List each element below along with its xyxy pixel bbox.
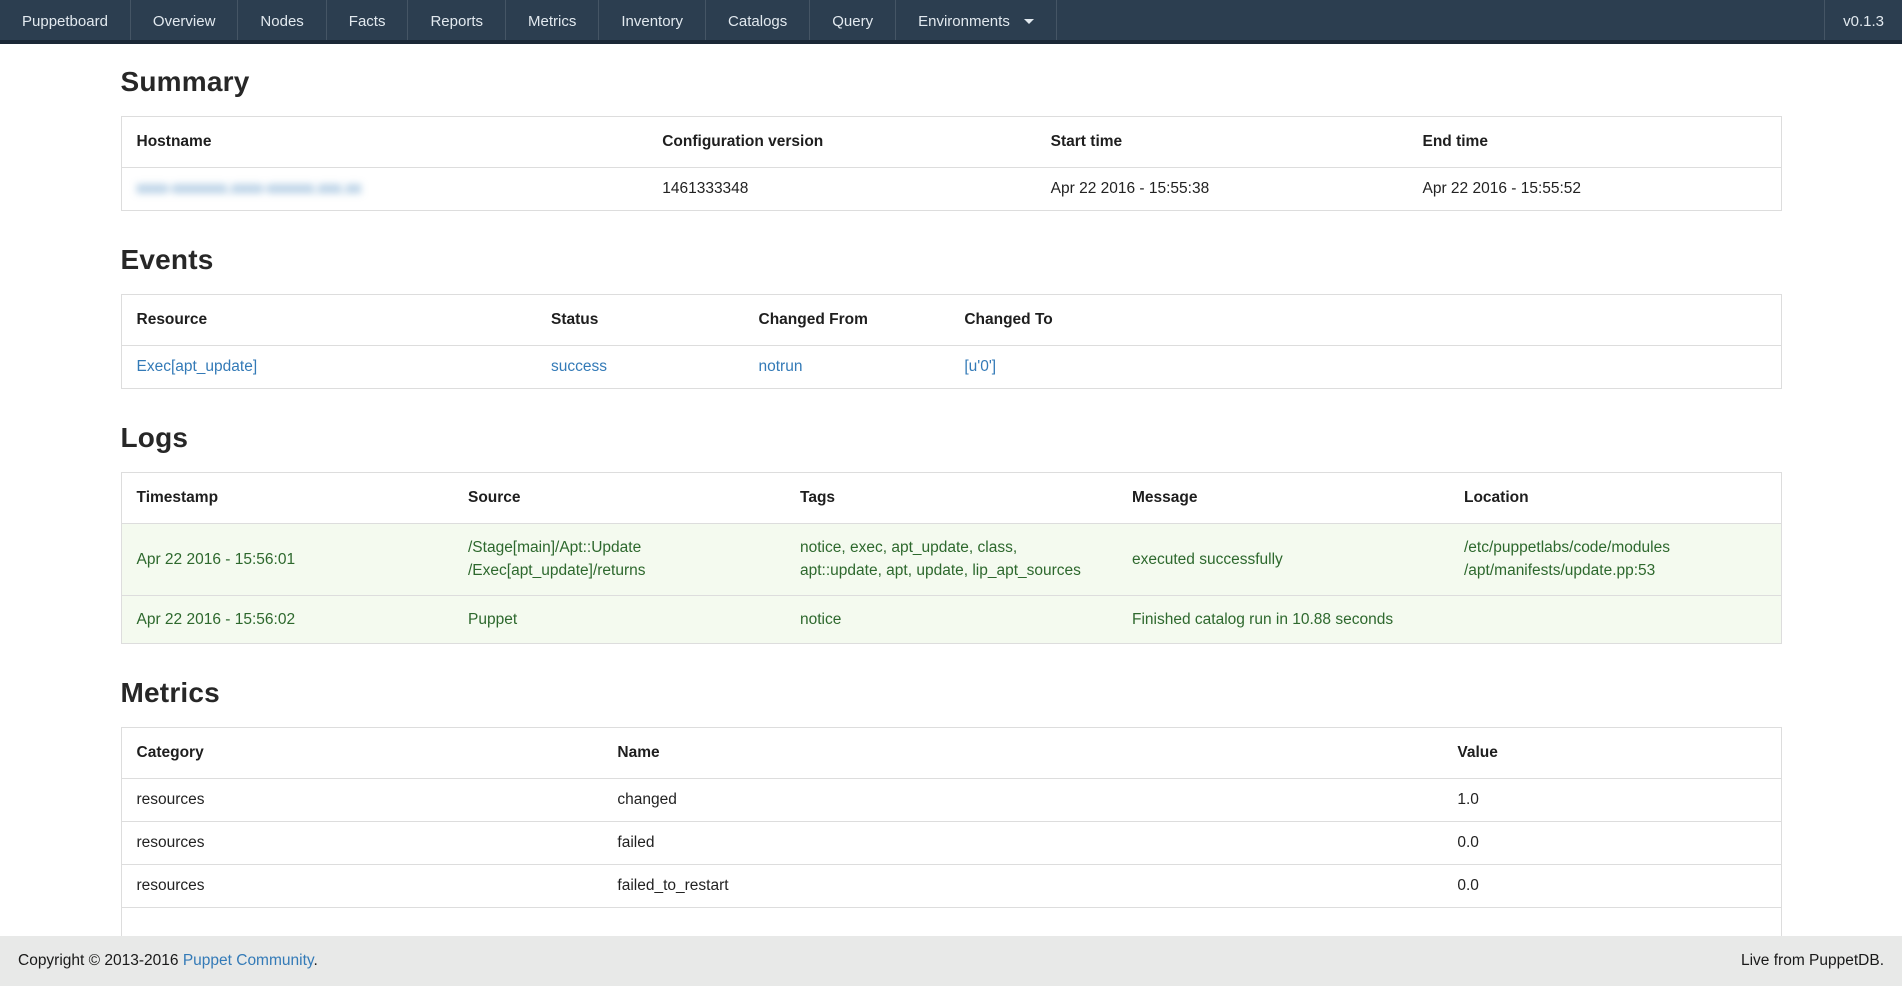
events-col-changed-to: Changed To [949,295,1781,346]
summary-col-hostname: Hostname [121,117,647,168]
metrics-table: Category Name Value resources changed 1.… [121,727,1782,948]
nav-item-inventory[interactable]: Inventory [599,0,706,40]
event-changed-from-cell: notrun [744,346,950,389]
log-source: Puppet [453,595,785,643]
event-changed-to-link[interactable]: [u'0'] [964,358,996,375]
log-source: /Stage[main]/Apt::Update /Exec[apt_updat… [453,524,785,596]
environments-label: Environments [918,13,1010,30]
summary-col-configuration-version: Configuration version [647,117,1035,168]
log-timestamp: Apr 22 2016 - 15:56:02 [121,595,453,643]
metric-value: 1.0 [1442,778,1781,821]
version-badge: v0.1.3 [1824,0,1902,40]
metric-name: changed [602,778,1442,821]
metrics-col-category: Category [121,727,602,778]
caret-down-icon [1024,19,1034,24]
summary-col-end-time: End time [1407,117,1781,168]
navbar-spacer [1057,0,1824,40]
metrics-col-value: Value [1442,727,1781,778]
puppetboard-report-page: Puppetboard Overview Nodes Facts Reports… [0,0,1902,986]
copyright-text: Copyright © 2013-2016 [18,952,183,969]
event-resource-cell: Exec[apt_update] [121,346,536,389]
log-timestamp: Apr 22 2016 - 15:56:01 [121,524,453,596]
metric-category: resources [121,864,602,907]
metric-value: 0.0 [1442,864,1781,907]
event-status-cell: success [536,346,744,389]
log-message: executed successfully [1117,524,1449,596]
report-content: Summary Hostname Configuration version S… [121,66,1782,948]
summary-header-row: Hostname Configuration version Start tim… [121,117,1781,168]
nav-item-metrics[interactable]: Metrics [506,0,599,40]
navbar: Puppetboard Overview Nodes Facts Reports… [0,0,1902,44]
logs-col-location: Location [1449,473,1781,524]
log-row: Apr 22 2016 - 15:56:02 Puppet notice Fin… [121,595,1781,643]
events-table: Resource Status Changed From Changed To … [121,294,1782,389]
logs-col-source: Source [453,473,785,524]
summary-heading: Summary [121,66,1782,98]
log-tags: notice [785,595,1117,643]
nav-item-nodes[interactable]: Nodes [238,0,326,40]
metric-value: 0.0 [1442,821,1781,864]
log-location [1449,595,1781,643]
event-status-link[interactable]: success [551,358,607,375]
nav-item-catalogs[interactable]: Catalogs [706,0,810,40]
summary-table: Hostname Configuration version Start tim… [121,116,1782,211]
puppetdb-status-text: Live from PuppetDB. [1741,952,1884,970]
log-location-line: /apt/manifests/update.pp:53 [1464,559,1766,582]
nav-brand-puppetboard[interactable]: Puppetboard [0,0,131,40]
event-changed-to-cell: [u'0'] [949,346,1781,389]
events-col-changed-from: Changed From [744,295,950,346]
logs-col-message: Message [1117,473,1449,524]
metric-category: resources [121,778,602,821]
puppet-community-link[interactable]: Puppet Community [183,952,314,969]
start-time-value: Apr 22 2016 - 15:55:38 [1036,168,1408,211]
log-row: Apr 22 2016 - 15:56:01 /Stage[main]/Apt:… [121,524,1781,596]
nav-item-overview[interactable]: Overview [131,0,239,40]
copyright-period: . [313,952,317,969]
logs-header-row: Timestamp Source Tags Message Location [121,473,1781,524]
metrics-header-row: Category Name Value [121,727,1781,778]
hostname-link[interactable]: xxxx-xxxxxxx.xxxx-xxxxxx.xxx.xx [137,180,362,197]
summary-col-start-time: Start time [1036,117,1408,168]
footer-copyright: Copyright © 2013-2016 Puppet Community. [18,952,318,970]
event-changed-from-link[interactable]: notrun [759,358,803,375]
metric-row: resources failed_to_restart 0.0 [121,864,1781,907]
log-source-line: /Exec[apt_update]/returns [468,559,770,582]
metric-name: failed_to_restart [602,864,1442,907]
logs-col-timestamp: Timestamp [121,473,453,524]
logs-table: Timestamp Source Tags Message Location A… [121,472,1782,644]
configuration-version-value: 1461333348 [647,168,1035,211]
metric-row: resources changed 1.0 [121,778,1781,821]
metrics-col-name: Name [602,727,1442,778]
nav-item-query[interactable]: Query [810,0,896,40]
nav-item-facts[interactable]: Facts [327,0,409,40]
metric-name: failed [602,821,1442,864]
events-col-status: Status [536,295,744,346]
event-row: Exec[apt_update] success notrun [u'0'] [121,346,1781,389]
metric-row: resources failed 0.0 [121,821,1781,864]
log-source-line: /Stage[main]/Apt::Update [468,536,770,559]
log-source-line: Puppet [468,608,770,631]
event-resource-link[interactable]: Exec[apt_update] [137,358,258,375]
nav-dropdown-environments[interactable]: Environments [896,0,1057,40]
logs-heading: Logs [121,422,1782,454]
metric-category: resources [121,821,602,864]
summary-row: xxxx-xxxxxxx.xxxx-xxxxxx.xxx.xx 14613333… [121,168,1781,211]
log-location: /etc/puppetlabs/code/modules /apt/manife… [1449,524,1781,596]
nav-item-reports[interactable]: Reports [408,0,506,40]
events-heading: Events [121,244,1782,276]
metrics-heading: Metrics [121,677,1782,709]
logs-col-tags: Tags [785,473,1117,524]
log-message: Finished catalog run in 10.88 seconds [1117,595,1449,643]
events-header-row: Resource Status Changed From Changed To [121,295,1781,346]
end-time-value: Apr 22 2016 - 15:55:52 [1407,168,1781,211]
events-col-resource: Resource [121,295,536,346]
footer: Copyright © 2013-2016 Puppet Community. … [0,936,1902,986]
log-tags: notice, exec, apt_update, class, apt::up… [785,524,1117,596]
hostname-cell: xxxx-xxxxxxx.xxxx-xxxxxx.xxx.xx [121,168,647,211]
log-location-line: /etc/puppetlabs/code/modules [1464,536,1766,559]
